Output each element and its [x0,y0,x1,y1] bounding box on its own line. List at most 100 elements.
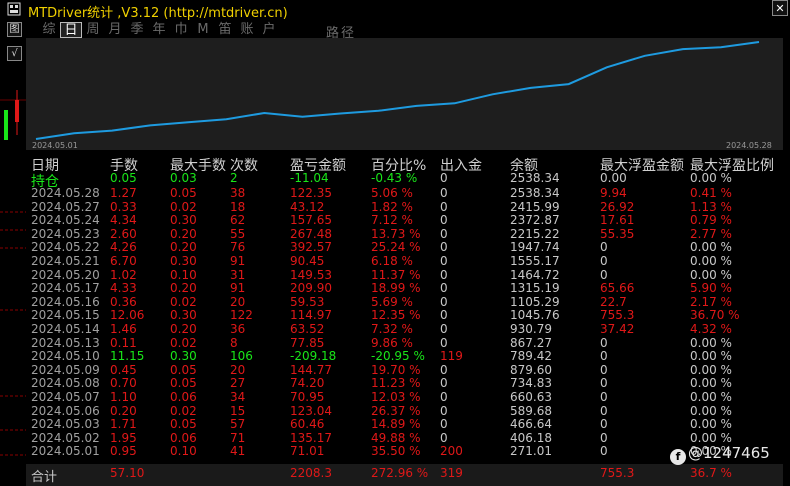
cell-flow: 0 [440,171,448,185]
tab-6[interactable]: 巾 [170,22,192,38]
cell-balance: 930.79 [510,322,552,336]
cell-count: 15 [230,403,246,418]
cell-balance: 271.01 [510,444,552,459]
tab-0[interactable]: 综 [38,22,60,38]
cell-balance: 1315.19 [510,281,560,296]
cell-pnl: 74.20 [290,376,325,391]
cell-lots: 0.20 [110,403,137,418]
cell-flow: 0 [440,335,448,350]
cell-max-lots: 0.06 [170,430,197,445]
cell-pct: 7.32 % [371,322,413,336]
tab-4[interactable]: 季 [126,22,148,38]
cell-flow: 0 [440,390,448,404]
cell-date: 2024.05.13 [31,335,100,350]
cell-lots: 57.10 [110,466,145,480]
cell-pct: 11.37 % [371,267,421,282]
cell-max-float-pct: 0.41 % [690,186,732,200]
cell-pct: 25.24 % [371,240,421,255]
cell-pnl: 392.57 [290,240,332,255]
cell-pct: 18.99 % [371,281,421,296]
title-bar: MTDriver统计 ,V3.12 (http://mtdriver.cn) ✕ [0,0,790,21]
cell-lots: 1.71 [110,417,137,432]
cell-flow: 319 [440,466,463,480]
cell-lots: 0.11 [110,335,137,350]
watermark-text: @1247465 [688,444,770,462]
cell-lots: 0.45 [110,362,137,377]
cell-max-float: 26.92 [600,199,635,214]
cell-max-float-pct: 0.00 % [690,254,732,268]
cell-balance: 879.60 [510,362,552,377]
cell-flow: 0 [440,240,448,255]
cell-pnl: 209.90 [290,281,332,296]
cell-date: 2024.05.21 [31,254,100,268]
cell-count: 18 [230,199,246,214]
watermark: f @1247465 [670,444,770,465]
cell-pct: 1.82 % [371,199,413,214]
cell-max-float-pct: 0.00 % [690,376,732,391]
tab-10[interactable]: 户 [258,22,280,38]
cell-flow: 0 [440,430,448,445]
tab-5[interactable]: 年 [148,22,170,38]
cell-max-float: 22.7 [600,294,627,309]
cell-pct: 5.69 % [371,294,413,309]
cell-count: 36 [230,322,246,336]
cell-flow: 0 [440,362,448,377]
cell-max-lots: 0.30 [170,349,197,364]
cell-max-float-pct: 36.7 % [690,466,732,480]
cell-lots: 0.36 [110,294,137,309]
cell-pnl: -11.04 [290,171,329,185]
cell-balance: 2415.99 [510,199,560,214]
cell-max-float: 9.94 [600,186,627,200]
cell-lots: 4.33 [110,281,137,296]
cell-max-lots: 0.20 [170,281,197,296]
cell-date: 2024.05.03 [31,417,100,432]
tab-9[interactable]: 账 [236,22,258,38]
cell-flow: 0 [440,199,448,214]
tab-7[interactable]: M [192,22,214,38]
cell-max-float: 0 [600,390,608,404]
close-button[interactable]: ✕ [772,0,788,16]
cell-pct: 9.86 % [371,335,413,350]
cell-balance: 867.27 [510,335,552,350]
cell-max-float: 65.66 [600,281,635,296]
cell-max-float-pct: 2.17 % [690,294,732,309]
cell-pnl: 135.17 [290,430,332,445]
tab-3[interactable]: 月 [104,22,126,38]
facebook-icon: f [670,449,686,465]
tab-1[interactable]: 日 [60,22,82,38]
cell-flow: 0 [440,376,448,391]
cell-count: 106 [230,349,253,364]
cell-pct: 13.73 % [371,226,421,241]
cell-balance: 406.18 [510,430,552,445]
window-title: MTDriver统计 ,V3.12 (http://mtdriver.cn) [28,6,288,21]
cell-pnl: 2208.3 [290,466,332,480]
cell-max-lots: 0.02 [170,294,197,309]
cell-flow: 0 [440,254,448,268]
cell-count: 91 [230,254,246,268]
cell-lots: 4.26 [110,240,137,255]
cell-count: 27 [230,376,246,391]
cell-flow: 119 [440,349,463,364]
equity-curve-chart [35,41,760,140]
cell-count: 76 [230,240,246,255]
cell-pnl: 60.46 [290,417,325,432]
cell-flow: 0 [440,186,448,200]
check-toggle-button[interactable]: √ [7,46,22,61]
tab-8[interactable]: 笛 [214,22,236,38]
cell-max-lots: 0.02 [170,403,197,418]
cell-date: 2024.05.27 [31,199,100,214]
cell-pnl: 90.45 [290,254,325,268]
cell-lots: 12.06 [110,308,145,323]
cell-flow: 0 [440,308,448,323]
cell-max-float: 55.35 [600,226,635,241]
cell-max-lots: 0.02 [170,335,197,350]
cell-date: 2024.05.16 [31,294,100,309]
cell-max-float-pct: 0.00 % [690,403,732,418]
cell-count: 2 [230,171,238,185]
cell-max-float: 0 [600,444,608,459]
cell-max-float-pct: 0.00 % [690,362,732,377]
cell-pnl: 77.85 [290,335,325,350]
cell-max-lots: 0.10 [170,444,197,459]
chart-toggle-button[interactable]: 图 [7,22,22,37]
tab-2[interactable]: 周 [82,22,104,38]
